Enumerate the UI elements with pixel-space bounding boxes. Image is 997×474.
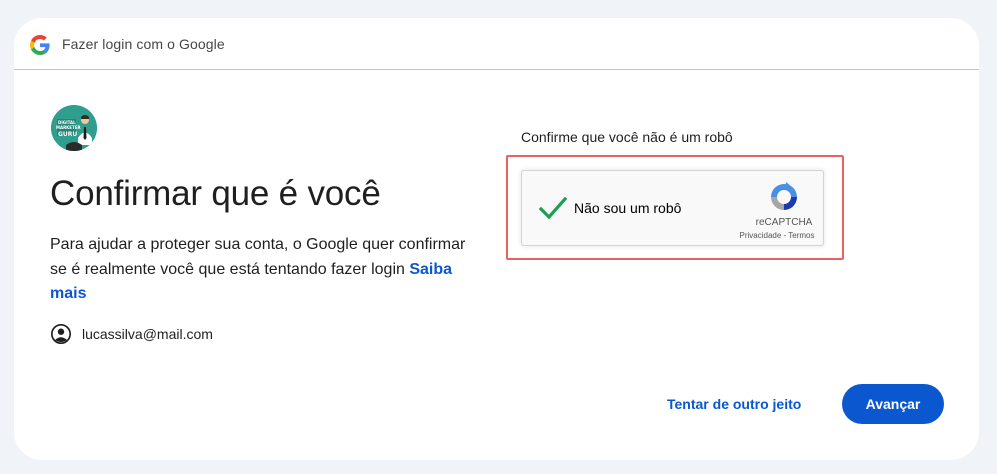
google-g-icon: [30, 35, 50, 55]
checkmark-icon[interactable]: [538, 193, 568, 223]
captcha-prompt: Confirme que você não é um robô: [521, 129, 733, 145]
digital-marketer-guru-logo: DIGITAL MARKETER GURU: [51, 105, 97, 151]
terms-link[interactable]: Termos: [788, 231, 814, 240]
recaptcha-links: Privacidade - Termos: [727, 231, 827, 240]
badge-line-3: GURU: [58, 131, 77, 138]
card-header: Fazer login com o Google: [14, 18, 979, 70]
privacy-link[interactable]: Privacidade: [739, 231, 781, 240]
account-circle-icon: [51, 324, 71, 344]
recaptcha-brand: reCAPTCHA: [755, 217, 813, 228]
recaptcha-logo-icon: [771, 182, 797, 210]
account-chip[interactable]: lucassilva@mail.com: [50, 322, 213, 346]
try-another-way-button[interactable]: Tentar de outro jeito: [655, 385, 813, 423]
description-text: Para ajudar a proteger sua conta, o Goog…: [50, 236, 466, 278]
page-title: Confirmar que é você: [50, 174, 381, 213]
next-button[interactable]: Avançar: [842, 384, 944, 424]
account-email: lucassilva@mail.com: [82, 326, 213, 342]
header-title: Fazer login com o Google: [62, 36, 225, 52]
brand-badge-art: DIGITAL MARKETER GURU: [51, 105, 97, 151]
signin-card: Fazer login com o Google DIGITAL MARKETE…: [14, 18, 979, 460]
description: Para ajudar a proteger sua conta, o Goog…: [50, 233, 470, 307]
recaptcha-widget: Não sou um robô reCAPTCHA Privacidade - …: [521, 170, 824, 246]
badge-line-2: MARKETER: [56, 125, 81, 130]
recaptcha-checkbox-label[interactable]: Não sou um robô: [574, 200, 681, 216]
